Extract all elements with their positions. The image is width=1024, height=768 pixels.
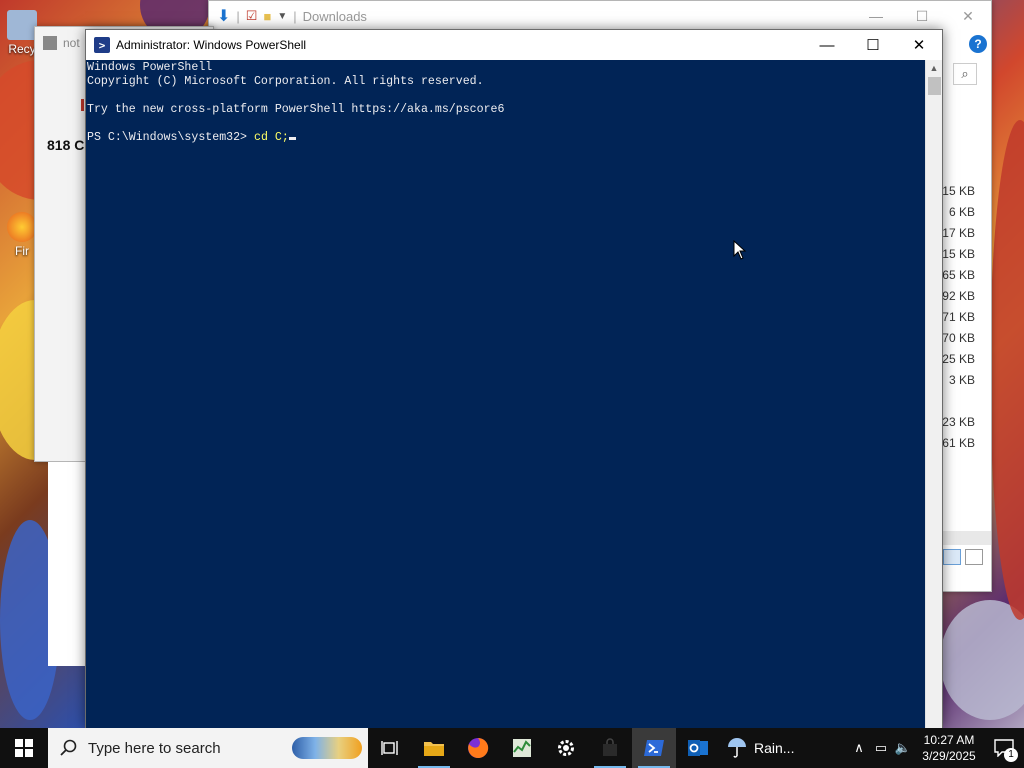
console-line: Copyright (C) Microsoft Corporation. All… [87, 75, 484, 88]
firefox-icon [7, 212, 37, 242]
large-icons-view-button[interactable] [965, 549, 983, 565]
task-manager-icon [513, 739, 531, 757]
details-view-button[interactable] [943, 549, 961, 565]
gear-icon [558, 740, 574, 756]
clock-date: 3/29/2025 [922, 749, 976, 763]
rain-umbrella-icon [728, 738, 746, 758]
window-title: Administrator: Windows PowerShell [116, 38, 307, 52]
task-manager-taskbar-button[interactable] [500, 728, 544, 768]
clock-time: 10:27 AM [923, 733, 975, 747]
help-button[interactable]: ? [969, 35, 987, 53]
typed-command: cd C; [253, 131, 289, 144]
network-icon[interactable]: ▭ [870, 740, 892, 756]
close-button[interactable]: ✕ [945, 1, 991, 31]
text-cursor [288, 137, 296, 140]
file-explorer-taskbar-button[interactable] [412, 728, 456, 768]
outlook-taskbar-button[interactable] [676, 728, 720, 768]
folder-icon [424, 742, 444, 756]
red-marker [81, 99, 84, 111]
explorer-title: Downloads [302, 8, 367, 24]
background-window-title: not [63, 36, 80, 50]
shopping-bag-icon [603, 738, 617, 756]
task-view-button[interactable] [368, 728, 412, 768]
weather-text: Rain... [754, 740, 795, 756]
prompt-text: PS C:\Windows\system32> [87, 131, 254, 144]
weather-widget[interactable]: Rain... [726, 737, 794, 759]
recycle-bin-icon [7, 10, 37, 40]
maximize-button[interactable]: ☐ [850, 30, 896, 60]
search-highlight-image [292, 737, 362, 759]
desktop-icon-label: Recy [8, 42, 36, 56]
notification-count-badge: 1 [1004, 748, 1018, 762]
vertical-scrollbar[interactable]: ▲ [925, 60, 942, 728]
desktop-icon-label: Fir [15, 244, 29, 258]
search-icon[interactable]: ⌕ [953, 63, 977, 85]
minimize-button[interactable]: — [853, 1, 899, 31]
chevron-up-icon[interactable]: ∧ [848, 740, 870, 756]
store-taskbar-button[interactable] [588, 728, 632, 768]
console-line: Windows PowerShell [87, 61, 213, 74]
scrollbar-thumb[interactable] [928, 77, 941, 95]
settings-taskbar-button[interactable] [544, 728, 588, 768]
explorer-window-controls: — ☐ ✕ [853, 1, 991, 31]
prompt-line[interactable]: PS C:\Windows\system32> cd C; [87, 131, 925, 145]
close-button[interactable]: ✕ [896, 30, 942, 60]
maximize-button[interactable]: ☐ [899, 1, 945, 31]
search-icon [60, 739, 77, 756]
view-toggle [943, 549, 983, 565]
powershell-taskbar-button[interactable] [632, 728, 676, 768]
powershell-window[interactable]: > Administrator: Windows PowerShell — ☐ … [85, 29, 943, 728]
app-icon [43, 36, 57, 50]
powershell-titlebar[interactable]: > Administrator: Windows PowerShell — ☐ … [86, 30, 942, 60]
mouse-cursor-icon [733, 240, 747, 260]
background-window-text: 818 C [47, 137, 85, 153]
console-line: Try the new cross-platform PowerShell ht… [87, 103, 505, 116]
taskbar-search-box[interactable]: Type here to search [48, 728, 368, 768]
clock[interactable]: 10:27 AM 3/29/2025 [914, 732, 984, 764]
powershell-icon [644, 740, 664, 756]
system-tray: ∧ ▭ 🔈 10:27 AM 3/29/2025 1 [848, 728, 1024, 768]
window-controls: — ☐ ✕ [804, 30, 942, 60]
wallpaper-blob [940, 600, 1024, 720]
firefox-icon [468, 737, 489, 758]
powershell-icon: > [94, 37, 110, 53]
firefox-taskbar-button[interactable] [456, 728, 500, 768]
download-arrow-icon: ⬇ [217, 8, 231, 25]
windows-logo-icon [15, 739, 33, 757]
taskbar: Type here to search Rain... ∧ ▭ 🔈 10:27 … [0, 728, 1024, 768]
folder-icon[interactable]: ■ [263, 9, 271, 24]
minimize-button[interactable]: — [804, 30, 850, 60]
background-pane [48, 462, 88, 666]
start-button[interactable] [0, 728, 48, 768]
search-placeholder: Type here to search [88, 739, 221, 757]
notification-center-button[interactable]: 1 [984, 728, 1024, 768]
scroll-up-arrow-icon[interactable]: ▲ [926, 60, 942, 77]
console-output[interactable]: Windows PowerShell Copyright (C) Microsof… [86, 60, 925, 728]
horizontal-scrollbar[interactable] [943, 531, 991, 545]
quick-access-dropdown-icon[interactable]: ▼ [277, 11, 287, 22]
task-view-icon [381, 741, 398, 755]
properties-icon[interactable]: ☑ [246, 8, 258, 24]
wallpaper-blob [990, 120, 1024, 620]
volume-muted-icon[interactable]: 🔈 [892, 740, 914, 756]
outlook-icon [688, 740, 708, 756]
